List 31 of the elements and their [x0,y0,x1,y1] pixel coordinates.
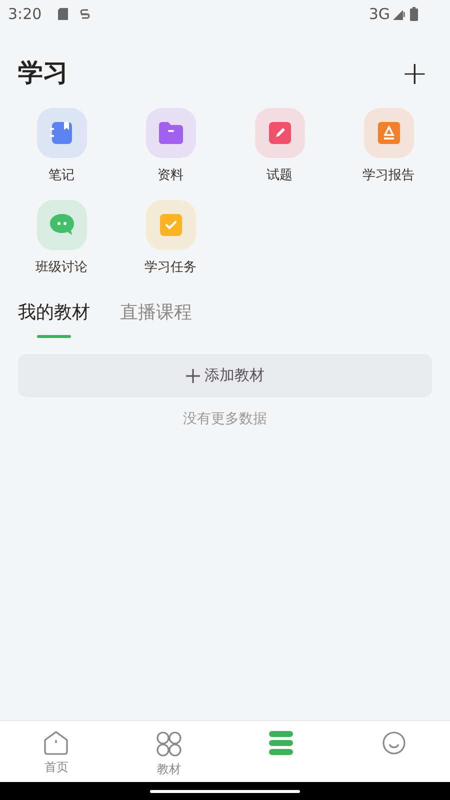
signal-icon [393,8,405,20]
shortcut-button[interactable]: 学习报告 [334,108,443,186]
nav-tab[interactable]: 教材 [112,721,225,782]
shortcut-button[interactable]: 资料 [116,108,225,186]
status-time: 3:20 [8,4,42,25]
triangle-document-icon [378,122,400,144]
notebook-icon [50,121,74,145]
pencil-icon [268,122,290,144]
folder-icon [158,122,182,144]
sync-icon [80,8,90,20]
shortcut-button[interactable]: 学习任务 [116,200,225,277]
sd-card-icon [58,8,68,20]
tab[interactable]: 我的教材 [18,299,90,338]
plus-icon [186,368,200,382]
checkmark-icon [160,214,182,236]
home-indicator[interactable] [150,790,300,792]
smiley-icon [382,731,406,755]
chat-bubble-icon [48,212,74,236]
network-type: 3G [368,4,390,25]
book-stack-icon [268,731,294,755]
home-icon [43,731,70,755]
nav-tab[interactable]: 首页 [0,721,112,782]
four-petal-icon [156,731,182,757]
shortcut-button[interactable]: 试题 [225,108,334,186]
battery-icon [410,7,418,21]
page-title: 学习 [18,57,68,90]
empty-note: 没有更多数据 [183,410,267,429]
add-textbook-button[interactable]: 添加教材 [18,354,432,397]
add-button[interactable]: + [397,57,432,89]
shortcut-button[interactable]: 笔记 [7,108,116,186]
shortcut-button[interactable]: 班级讨论 [7,200,116,277]
